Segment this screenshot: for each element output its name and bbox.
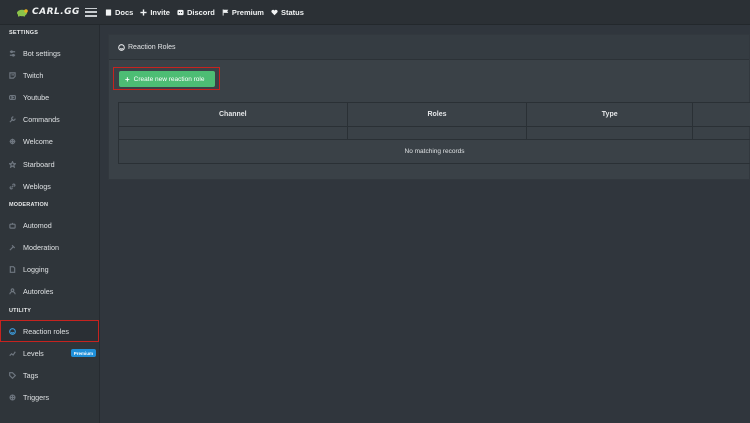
top-nav-status[interactable]: Status bbox=[271, 8, 304, 17]
sidebar-item-weblogs[interactable]: Weblogs bbox=[0, 175, 99, 197]
sliders-icon bbox=[9, 49, 16, 57]
top-nav-docs[interactable]: Docs bbox=[105, 8, 133, 17]
column-header-channel[interactable]: Channel bbox=[118, 102, 348, 127]
empty-message: No matching records bbox=[118, 139, 750, 164]
wrench-icon bbox=[9, 116, 16, 123]
sidebar-item-twitch[interactable]: Twitch bbox=[0, 64, 99, 86]
door-icon bbox=[9, 138, 16, 145]
sidebar-item-reaction-roles[interactable]: Reaction roles bbox=[0, 320, 99, 343]
filter-row bbox=[118, 126, 750, 140]
premium-badge: Premium bbox=[70, 349, 97, 358]
heart-icon bbox=[271, 9, 278, 15]
sidebar-item-starboard[interactable]: Starboard bbox=[0, 153, 99, 175]
top-nav-discord[interactable]: Discord bbox=[177, 8, 215, 17]
sidebar-item-logging[interactable]: Logging bbox=[0, 259, 99, 281]
card-header: Reaction Roles bbox=[109, 35, 749, 60]
top-nav: Docs Invite Discord Premium Status bbox=[105, 8, 304, 17]
card-title: Reaction Roles bbox=[128, 43, 176, 51]
sidebar-section-settings: SETTINGS bbox=[9, 30, 39, 36]
hammer-icon bbox=[9, 244, 16, 251]
sidebar-item-welcome[interactable]: Welcome bbox=[0, 131, 99, 153]
book-icon bbox=[105, 8, 112, 16]
star-icon bbox=[9, 160, 16, 168]
create-button-highlight: + Create new reaction role bbox=[113, 67, 220, 90]
sidebar-item-triggers[interactable]: Triggers bbox=[0, 387, 99, 409]
column-header-type[interactable]: Type bbox=[526, 102, 694, 127]
twitch-icon bbox=[9, 72, 16, 79]
discord-icon bbox=[177, 9, 184, 15]
smile-icon bbox=[118, 43, 125, 51]
reaction-roles-card: Reaction Roles + Create new reaction rol… bbox=[108, 34, 750, 180]
sidebar-section-moderation: MODERATION bbox=[9, 202, 49, 209]
sidebar-section-utility: UTILITY bbox=[9, 308, 32, 315]
sidebar-item-commands[interactable]: Commands bbox=[0, 109, 99, 131]
plus-icon bbox=[140, 8, 147, 16]
sidebar-item-tags[interactable]: Tags bbox=[0, 364, 99, 386]
carl-logo-icon bbox=[16, 7, 28, 17]
users-icon bbox=[9, 288, 16, 295]
robot-icon bbox=[9, 222, 16, 229]
sidebar-item-moderation[interactable]: Moderation bbox=[0, 237, 99, 259]
flag-icon bbox=[222, 8, 229, 16]
link-icon bbox=[9, 183, 16, 190]
sidebar-item-levels[interactable]: Levels Premium bbox=[0, 342, 99, 364]
empty-row: No matching records bbox=[118, 139, 750, 164]
create-reaction-role-button[interactable]: + Create new reaction role bbox=[119, 71, 215, 87]
tag-icon bbox=[9, 372, 16, 380]
youtube-icon bbox=[9, 94, 16, 101]
sidebar-item-bot-settings[interactable]: Bot settings bbox=[0, 42, 99, 64]
smile-icon bbox=[9, 327, 16, 335]
levels-icon bbox=[9, 350, 16, 357]
brand[interactable]: CARL.GG bbox=[0, 0, 85, 25]
sidebar: SETTINGS Bot settings Twitch Youtube Com… bbox=[0, 25, 100, 423]
sidebar-item-automod[interactable]: Automod bbox=[0, 214, 99, 236]
top-nav-invite[interactable]: Invite bbox=[140, 8, 170, 17]
plus-icon: + bbox=[125, 74, 130, 84]
column-header-roles[interactable]: Roles bbox=[346, 102, 528, 127]
brand-name: CARL.GG bbox=[32, 7, 80, 17]
file-icon bbox=[9, 266, 16, 274]
trigger-icon bbox=[9, 394, 16, 401]
sidebar-item-youtube[interactable]: Youtube bbox=[0, 86, 99, 108]
column-header-actions bbox=[692, 102, 750, 127]
reaction-roles-table: Channel Roles Type No matching records bbox=[118, 102, 750, 164]
sidebar-item-autoroles[interactable]: Autoroles bbox=[0, 281, 99, 303]
menu-toggle-icon[interactable] bbox=[85, 7, 97, 17]
top-nav-premium[interactable]: Premium bbox=[222, 8, 264, 17]
top-bar: CARL.GG Docs Invite Discord Premium Stat… bbox=[0, 0, 750, 25]
